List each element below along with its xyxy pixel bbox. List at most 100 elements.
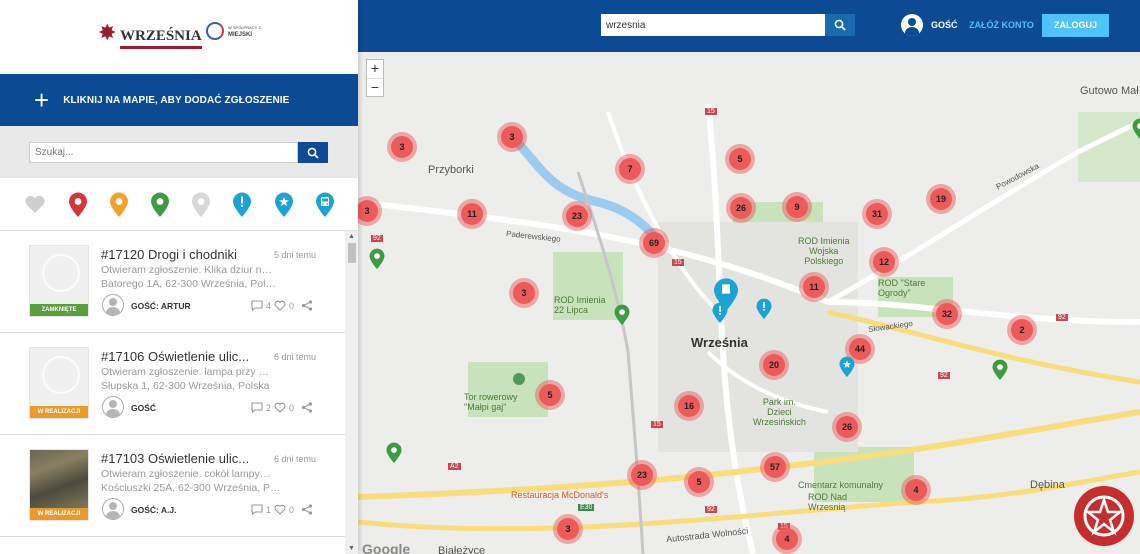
city-search-input[interactable] bbox=[601, 14, 825, 36]
partner-name-text: MIEJSKI bbox=[228, 31, 253, 38]
gray-pin-filter[interactable] bbox=[189, 192, 213, 218]
marker-cluster[interactable]: 26 bbox=[832, 412, 862, 442]
marker-cluster[interactable]: 9 bbox=[782, 192, 812, 222]
map-pin-icon[interactable] bbox=[612, 302, 632, 328]
marker-cluster[interactable]: 3 bbox=[497, 122, 527, 152]
marker-cluster[interactable]: 23 bbox=[627, 460, 657, 490]
road-number: 15 bbox=[651, 421, 663, 428]
sidebar-search-input[interactable] bbox=[29, 142, 298, 163]
wrzesnia-logo[interactable]: ✸ WRZEŚNIA bbox=[98, 16, 202, 49]
marker-cluster[interactable]: 3 bbox=[387, 132, 417, 162]
marker-cluster[interactable]: 19 bbox=[926, 184, 956, 214]
user-avatar-icon[interactable] bbox=[901, 14, 923, 36]
poi-label: Tor rowerowy "Małpi gaj" bbox=[464, 392, 518, 412]
road-number: 92 bbox=[1056, 314, 1068, 321]
marker-cluster[interactable]: 31 bbox=[862, 199, 892, 229]
map-pin-icon[interactable] bbox=[990, 357, 1010, 383]
star-pin-filter[interactable] bbox=[272, 192, 296, 218]
report-thumbnail: W REALIZACJI bbox=[29, 347, 89, 419]
report-title[interactable]: #17120 Drogi i chodniki bbox=[101, 247, 271, 262]
scroll-down-arrow-icon[interactable]: ▼ bbox=[348, 545, 355, 552]
list-item[interactable]: W REALIZACJI #17103 Oświetlenie ulic... … bbox=[0, 435, 345, 537]
star-emblem-icon: ✸ bbox=[98, 19, 117, 45]
city-logo-text: WRZEŚNIA bbox=[120, 28, 202, 49]
marker-cluster[interactable]: 11 bbox=[799, 272, 829, 302]
like-count: 0 bbox=[289, 504, 295, 515]
report-address: Batorego 1A, 62-300 Września, Polska bbox=[101, 278, 281, 290]
report-thumbnail: W REALIZACJI bbox=[29, 449, 89, 521]
marker-cluster[interactable]: 57 bbox=[760, 452, 790, 482]
scroll-up-arrow-icon[interactable]: ▲ bbox=[348, 233, 355, 240]
google-logo: Google bbox=[362, 541, 411, 554]
marker-cluster[interactable]: 11 bbox=[457, 199, 487, 229]
map-pin-icon bbox=[69, 192, 87, 217]
share-icon[interactable] bbox=[301, 402, 313, 413]
status-badge: W REALIZACJI bbox=[30, 508, 88, 520]
bus-pin-filter[interactable] bbox=[313, 192, 337, 218]
star-pin-icon[interactable] bbox=[837, 354, 857, 380]
map-pin-icon[interactable] bbox=[384, 440, 404, 466]
marker-cluster[interactable]: 4 bbox=[901, 475, 931, 505]
login-button[interactable]: ZALOGUJ bbox=[1042, 14, 1109, 37]
marker-cluster[interactable]: 3 bbox=[553, 514, 583, 544]
comment-icon[interactable] bbox=[251, 402, 263, 413]
comment-icon[interactable] bbox=[251, 300, 263, 311]
city-emblem-icon[interactable] bbox=[1074, 486, 1134, 546]
share-icon[interactable] bbox=[301, 504, 313, 515]
heart-icon[interactable] bbox=[274, 504, 286, 515]
marker-cluster[interactable]: 20 bbox=[759, 350, 789, 380]
favorites-filter[interactable] bbox=[23, 192, 47, 218]
share-icon[interactable] bbox=[301, 300, 313, 311]
exclamation-pin-icon bbox=[233, 192, 251, 217]
marker-cluster[interactable]: 7 bbox=[615, 154, 645, 184]
report-author: GOŚĆ bbox=[131, 403, 157, 413]
red-pin-filter[interactable] bbox=[66, 192, 90, 218]
exclamation-pin-icon[interactable] bbox=[754, 296, 774, 322]
heart-icon[interactable] bbox=[274, 402, 286, 413]
zoom-out-button[interactable]: − bbox=[367, 79, 383, 97]
marker-cluster[interactable]: 26 bbox=[726, 193, 756, 223]
map-pin-icon[interactable] bbox=[1130, 116, 1140, 142]
marker-cluster[interactable]: 5 bbox=[684, 467, 714, 497]
green-pin-filter[interactable] bbox=[148, 192, 172, 218]
map-pin-icon[interactable] bbox=[367, 246, 387, 272]
marker-cluster[interactable]: 3 bbox=[509, 278, 539, 308]
report-date: 6 dni temu bbox=[274, 454, 317, 464]
marker-cluster[interactable]: 23 bbox=[562, 201, 592, 231]
comment-icon[interactable] bbox=[251, 504, 263, 515]
alert-pin-filter[interactable] bbox=[230, 192, 254, 218]
add-report-button[interactable]: + KLIKNIJ NA MAPIE, ABY DODAĆ ZGŁOSZENIE bbox=[0, 74, 358, 126]
poi-label: Park im. Dzieci Wrzesińskich bbox=[753, 397, 806, 427]
bus-pin-icon bbox=[316, 192, 334, 217]
report-stats: 2 0 bbox=[251, 402, 313, 413]
register-link[interactable]: ZAŁÓŻ KONTO bbox=[969, 20, 1034, 30]
orange-pin-filter[interactable] bbox=[107, 192, 131, 218]
marker-cluster[interactable]: 5 bbox=[535, 380, 565, 410]
marker-cluster[interactable]: 2 bbox=[1007, 315, 1037, 345]
list-item[interactable]: ZAMKNIĘTE #17120 Drogi i chodniki 5 dni … bbox=[0, 231, 345, 333]
marker-cluster[interactable]: 5 bbox=[725, 144, 755, 174]
marker-cluster[interactable]: 4 bbox=[772, 524, 802, 554]
zoom-in-button[interactable]: + bbox=[367, 60, 383, 79]
report-author: GOŚĆ: ARTUR bbox=[131, 301, 191, 311]
sidebar: ✸ WRZEŚNIA W SPÓŁPRACY Z MIEJSKI + KLIKN… bbox=[0, 0, 358, 554]
list-item[interactable]: W REALIZACJI #17106 Oświetlenie ulic... … bbox=[0, 333, 345, 435]
heart-icon bbox=[25, 195, 45, 213]
cluster-pin-icon[interactable] bbox=[710, 277, 742, 313]
marker-cluster[interactable]: 69 bbox=[639, 228, 669, 258]
city-search-button[interactable] bbox=[825, 14, 855, 36]
report-description: Otwieram zgłoszenie. lampa przy przejś..… bbox=[101, 366, 273, 378]
map[interactable]: + − Września Przyborki Gutowo Mał Dębina… bbox=[358, 52, 1140, 554]
marker-cluster[interactable]: 32 bbox=[932, 299, 962, 329]
report-title[interactable]: #17106 Oświetlenie ulic... bbox=[101, 349, 271, 364]
marker-cluster[interactable]: 12 bbox=[869, 247, 899, 277]
report-title[interactable]: #17103 Oświetlenie ulic... bbox=[101, 451, 271, 466]
list-scrollbar[interactable]: ▲ ▼ bbox=[345, 231, 358, 554]
sidebar-search-button[interactable] bbox=[298, 142, 328, 163]
scroll-thumb[interactable] bbox=[348, 243, 356, 263]
report-date: 6 dni temu bbox=[274, 352, 317, 362]
heart-icon[interactable] bbox=[274, 300, 286, 311]
miejski-logo[interactable]: W SPÓŁPRACY Z MIEJSKI bbox=[206, 22, 261, 40]
sidebar-search-bar bbox=[0, 126, 358, 178]
marker-cluster[interactable]: 16 bbox=[674, 391, 704, 421]
